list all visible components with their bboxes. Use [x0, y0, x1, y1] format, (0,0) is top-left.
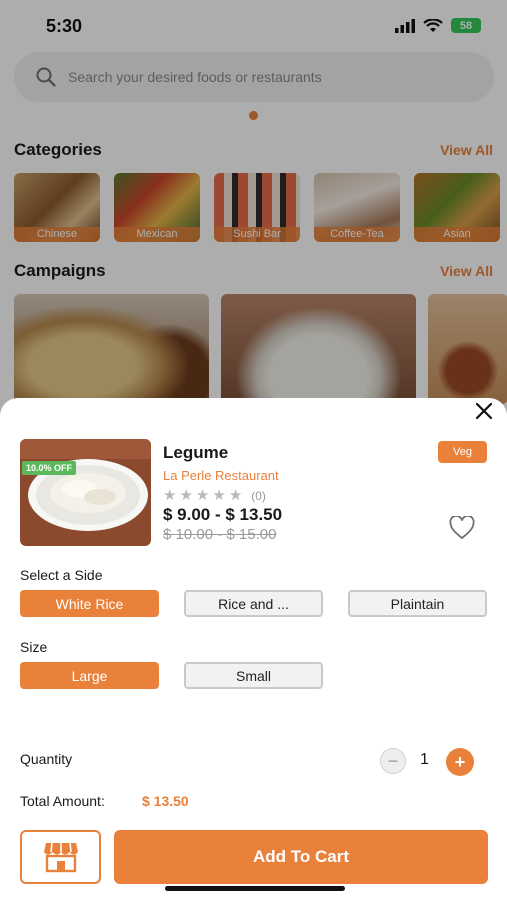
star-icon: ★	[195, 487, 210, 504]
side-option-plaintain[interactable]: Plaintain	[348, 590, 487, 617]
store-icon	[43, 842, 78, 873]
quantity-decrement-button[interactable]: −	[380, 748, 406, 774]
quantity-value: 1	[420, 751, 429, 768]
restaurant-name[interactable]: La Perle Restaurant	[163, 468, 279, 483]
star-icon: ★	[228, 487, 243, 504]
close-icon	[475, 402, 493, 420]
item-bottom-sheet: 10.0% OFF Legume La Perle Restaurant ★ ★…	[0, 398, 507, 900]
side-option-rice-and[interactable]: Rice and ...	[184, 590, 323, 617]
close-button[interactable]	[473, 400, 495, 422]
item-image: 10.0% OFF	[20, 439, 151, 546]
item-name: Legume	[163, 443, 229, 462]
minus-icon: −	[387, 750, 399, 771]
rating-count: (0)	[251, 488, 266, 503]
total-amount-value: $ 13.50	[142, 793, 189, 809]
size-option-small[interactable]: Small	[184, 662, 323, 689]
star-icon: ★	[212, 487, 226, 504]
add-to-cart-button[interactable]: Add To Cart	[114, 830, 488, 884]
rice-plate-image	[20, 439, 151, 546]
heart-icon	[449, 514, 475, 540]
side-option-white-rice[interactable]: White Rice	[20, 590, 159, 617]
star-icon: ★	[163, 487, 177, 504]
favorite-button[interactable]	[449, 514, 475, 540]
item-price: $ 9.00 - $ 13.50	[163, 505, 283, 524]
veg-badge: Veg	[438, 441, 487, 463]
plus-icon: +	[454, 751, 466, 772]
item-old-price: $ 10.00 - $ 15.00	[163, 526, 277, 543]
star-icon: ★	[179, 487, 193, 504]
quantity-label: Quantity	[20, 751, 73, 767]
total-amount-label: Total Amount:	[20, 793, 105, 809]
size-option-large[interactable]: Large	[20, 662, 159, 689]
home-indicator	[165, 886, 345, 891]
rating: ★ ★ ★ ★ ★ (0)	[163, 488, 266, 503]
size-section-title: Size	[20, 639, 48, 655]
side-section-title: Select a Side	[20, 567, 103, 583]
quantity-increment-button[interactable]: +	[446, 748, 474, 776]
store-button[interactable]	[20, 830, 101, 884]
discount-badge: 10.0% OFF	[22, 461, 77, 475]
